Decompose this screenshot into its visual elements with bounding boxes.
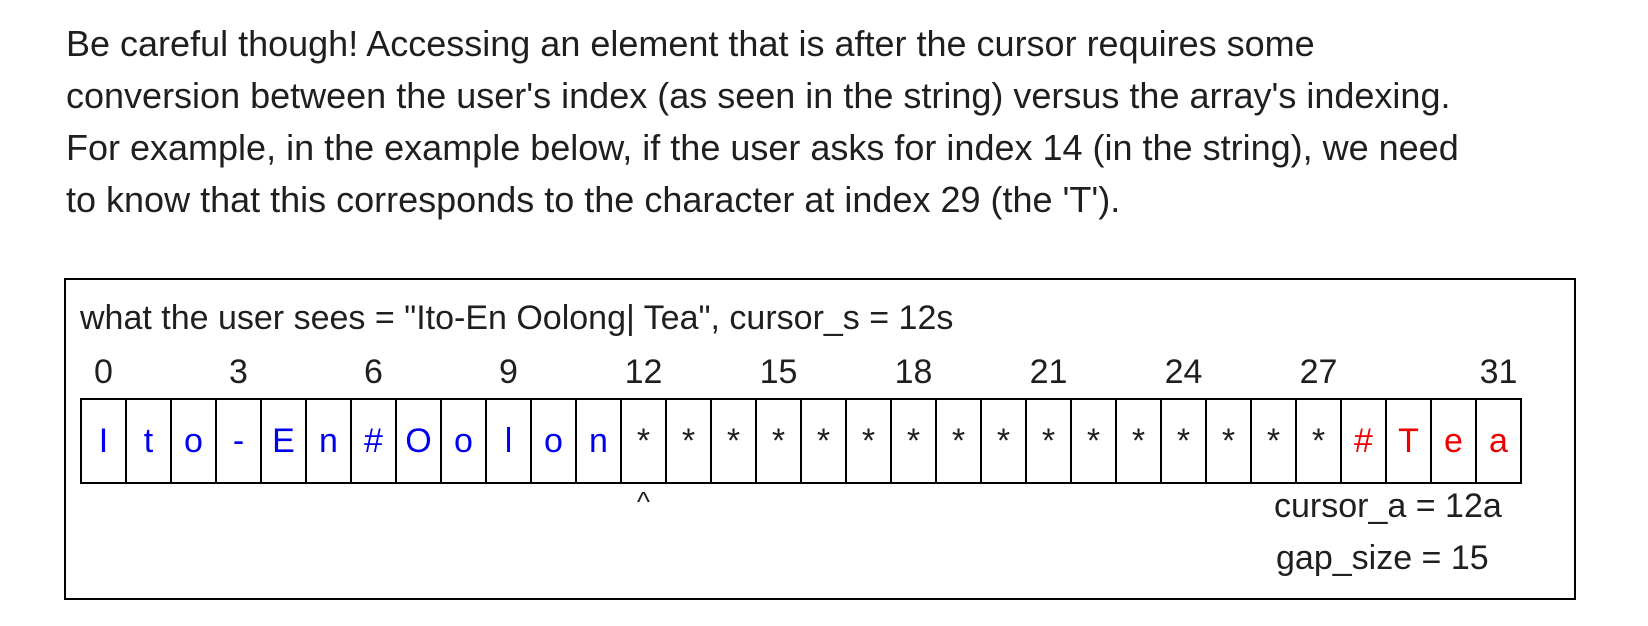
intro-line: Be careful though! Accessing an element … (66, 23, 1315, 64)
intro-line: conversion between the user's index (as … (66, 75, 1451, 116)
buffer-cell: * (847, 400, 892, 482)
buffer-cell: n (307, 400, 352, 482)
intro-paragraph: Be careful though! Accessing an element … (66, 18, 1606, 226)
buffer-cell: * (1252, 400, 1297, 482)
index-label: 6 (364, 353, 383, 391)
buffer-cell: * (802, 400, 847, 482)
intro-line: For example, in the example below, if th… (66, 127, 1459, 168)
buffer-cell: * (1297, 400, 1342, 482)
buffer-cell: a (1477, 400, 1522, 482)
buffer-cell: * (1162, 400, 1207, 482)
buffer-cell: l (487, 400, 532, 482)
buffer-cell: * (1072, 400, 1117, 482)
index-label: 3 (229, 353, 248, 391)
buffer-cell: t (127, 400, 172, 482)
diagram-caption: what the user sees = "Ito-En Oolong| Tea… (80, 299, 954, 337)
index-label: 0 (94, 353, 113, 391)
index-label: 9 (499, 353, 518, 391)
cursor-a-label: cursor_a = 12a (1274, 487, 1502, 525)
buffer-cell: - (217, 400, 262, 482)
buffer-cell: * (667, 400, 712, 482)
buffer-cell: * (1027, 400, 1072, 482)
buffer-cell: o (442, 400, 487, 482)
index-label: 15 (759, 353, 798, 391)
buffer-cell: e (1432, 400, 1477, 482)
buffer-cell: * (622, 400, 667, 482)
buffer-cell: * (1207, 400, 1252, 482)
index-label: 21 (1029, 353, 1068, 391)
buffer-cell: n (577, 400, 622, 482)
index-label: 31 (1479, 353, 1518, 391)
buffer-cell: * (1117, 400, 1162, 482)
buffer-cell: o (532, 400, 577, 482)
buffer-cell: T (1387, 400, 1432, 482)
index-label: 27 (1299, 353, 1338, 391)
buffer-cell: E (262, 400, 307, 482)
buffer-cell: # (352, 400, 397, 482)
gap-size-label: gap_size = 15 (1276, 539, 1489, 577)
buffer-cell: * (892, 400, 937, 482)
buffer-array: It o - En # Oo l o n * * * * * * * * * * * * * * * * # Te a (80, 398, 1522, 484)
buffer-cell: # (1342, 400, 1387, 482)
buffer-cell: I (82, 400, 127, 482)
cursor-caret: ^ (636, 486, 651, 517)
buffer-cell: * (937, 400, 982, 482)
intro-line: to know that this corresponds to the cha… (66, 179, 1121, 220)
buffer-cell: * (712, 400, 757, 482)
buffer-cell: O (397, 400, 442, 482)
index-label: 24 (1164, 353, 1203, 391)
buffer-cell: * (982, 400, 1027, 482)
index-label: 18 (894, 353, 933, 391)
buffer-cell: * (757, 400, 802, 482)
buffer-cell: o (172, 400, 217, 482)
index-label: 12 (624, 353, 663, 391)
